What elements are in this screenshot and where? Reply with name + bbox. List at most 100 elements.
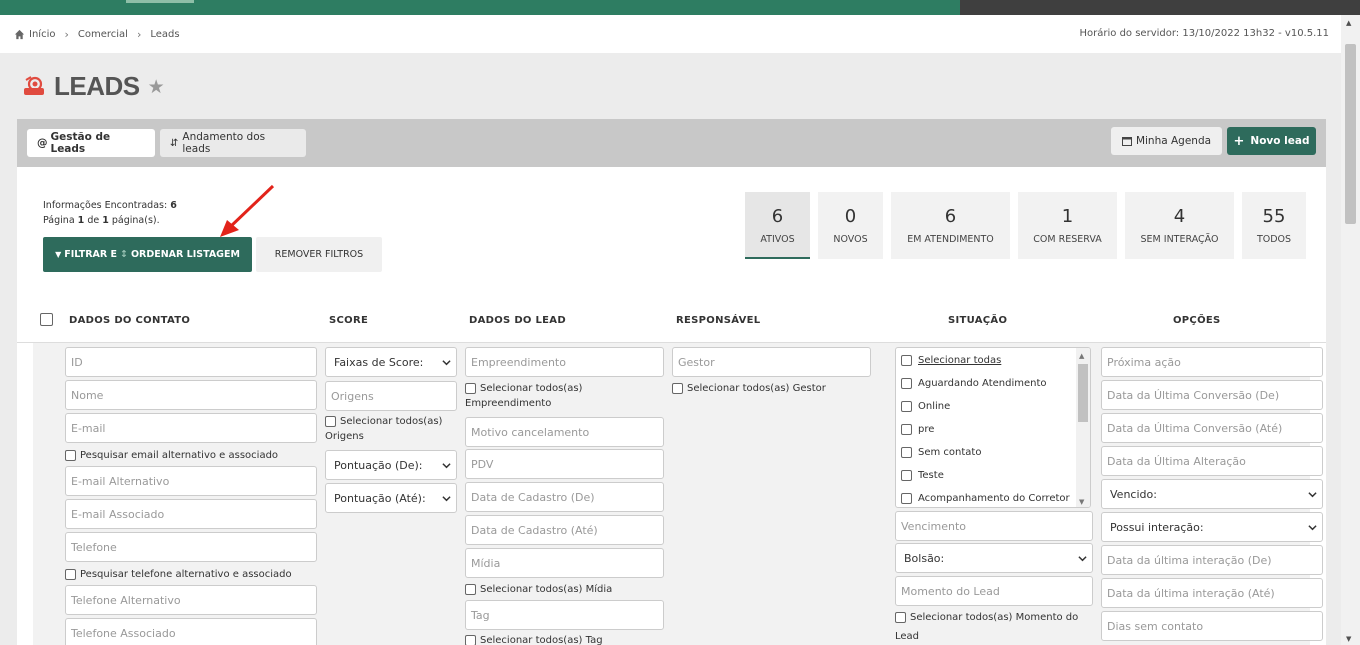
checkbox-label: Selecionar todos(as) Tag (480, 635, 603, 645)
leads-icon (24, 76, 44, 95)
score-range-select[interactable]: Faixas de Score: (325, 347, 457, 377)
score-to-select[interactable]: Pontuação (Até): (325, 483, 457, 513)
email-alt-checkbox-row[interactable]: Pesquisar email alternativo e associado (65, 449, 278, 462)
scroll-up-icon[interactable]: ▲ (1346, 19, 1351, 27)
checkbox[interactable] (65, 569, 76, 580)
next-action-input[interactable]: Próxima ação (1101, 347, 1323, 377)
checkbox[interactable] (901, 424, 912, 435)
checkbox[interactable] (901, 470, 912, 481)
checkbox[interactable] (672, 383, 683, 394)
created-to-input[interactable]: Data de Cadastro (Até) (465, 515, 664, 545)
last-conversion-to-input[interactable]: Data da Última Conversão (Até) (1101, 413, 1323, 443)
breadcrumb-bar: Início › Comercial › Leads Horário do se… (0, 15, 1341, 53)
manager-checkbox-row[interactable]: Selecionar todos(as) Gestor (672, 382, 826, 395)
status-item-select-all[interactable]: Selecionar todas (901, 355, 1001, 366)
email-alt-input[interactable]: E-mail Alternativo (65, 466, 317, 496)
origins-checkbox-row[interactable]: Selecionar todos(as) (325, 415, 442, 428)
breadcrumb-commercial[interactable]: Comercial (78, 29, 128, 40)
last-conversion-from-input[interactable]: Data da Última Conversão (De) (1101, 380, 1323, 410)
checkbox[interactable] (901, 493, 912, 504)
days-without-contact-input[interactable]: Dias sem contato (1101, 611, 1323, 641)
checkbox[interactable] (465, 383, 476, 394)
stat-novos[interactable]: 0 NOVOS (818, 192, 883, 259)
remove-filters-button[interactable]: REMOVER FILTROS (256, 237, 382, 272)
development-input[interactable]: Empreendimento (465, 347, 664, 377)
overdue-select[interactable]: Vencido: (1101, 479, 1323, 509)
table-header: DADOS DO CONTATO SCORE DADOS DO LEAD RES… (17, 303, 1326, 343)
stat-label: NOVOS (833, 234, 868, 245)
phone-alt-checkbox-row[interactable]: Pesquisar telefone alternativo e associa… (65, 568, 292, 581)
column-situacao: SITUAÇÃO (948, 315, 1008, 326)
tag-input[interactable]: Tag (465, 600, 664, 630)
my-agenda-button[interactable]: Minha Agenda (1111, 127, 1222, 155)
pdv-input[interactable]: PDV (465, 449, 664, 479)
checkbox[interactable] (325, 416, 336, 427)
status-item[interactable]: Aguardando Atendimento (901, 378, 1047, 389)
checkbox[interactable] (901, 378, 912, 389)
item-label: Acompanhamento do Corretor (918, 493, 1070, 504)
email-assoc-input[interactable]: E-mail Associado (65, 499, 317, 529)
moment-checkbox-row[interactable]: Selecionar todos(as) Momento do (895, 611, 1078, 624)
development-checkbox-row[interactable]: Selecionar todos(as) (465, 382, 582, 395)
found-label: Informações Encontradas: (43, 200, 168, 211)
origins-input[interactable]: Origens (325, 381, 457, 411)
status-list-scrollbar[interactable]: ▲ ▼ (1076, 348, 1090, 507)
filter-sort-button[interactable]: ▼ FILTRAR E ↕ ORDENAR LISTAGEM (43, 237, 252, 272)
chevron-down-icon (442, 463, 451, 469)
media-input[interactable]: Mídia (465, 548, 664, 578)
id-input[interactable]: ID (65, 347, 317, 377)
phone-alt-input[interactable]: Telefone Alternativo (65, 585, 317, 615)
stat-sem-interacao[interactable]: 4 SEM INTERAÇÃO (1125, 192, 1234, 259)
breadcrumb-home[interactable]: Início (29, 29, 55, 40)
manager-input[interactable]: Gestor (672, 347, 871, 377)
created-from-input[interactable]: Data de Cadastro (De) (465, 482, 664, 512)
pool-select[interactable]: Bolsão: (895, 543, 1093, 573)
scroll-up-icon[interactable]: ▲ (1079, 352, 1084, 360)
scroll-down-icon[interactable]: ▼ (1346, 635, 1351, 643)
status-item[interactable]: Teste (901, 470, 944, 481)
chevron-down-icon (442, 360, 451, 366)
checkbox[interactable] (465, 584, 476, 595)
tag-checkbox-row[interactable]: Selecionar todos(as) Tag (465, 634, 603, 645)
phone-assoc-input[interactable]: Telefone Associado (65, 618, 317, 645)
filter-icon: ▼ (55, 250, 62, 259)
email-input[interactable]: E-mail (65, 413, 317, 443)
name-input[interactable]: Nome (65, 380, 317, 410)
cancel-reason-input[interactable]: Motivo cancelamento (465, 417, 664, 447)
has-interaction-select[interactable]: Possui interação: (1101, 512, 1323, 542)
last-change-input[interactable]: Data da Última Alteração (1101, 446, 1323, 476)
page-scrollbar[interactable]: ▲ ▼ (1341, 15, 1360, 645)
last-interaction-to-input[interactable]: Data da última interação (Até) (1101, 578, 1323, 608)
phone-input[interactable]: Telefone (65, 532, 317, 562)
new-lead-button[interactable]: + Novo lead (1227, 127, 1316, 155)
select-all-checkbox[interactable] (40, 313, 53, 326)
stat-number: 55 (1262, 206, 1286, 227)
status-list[interactable]: Selecionar todas Aguardando Atendimento … (895, 347, 1091, 508)
status-item[interactable]: Acompanhamento do Corretor (901, 493, 1070, 504)
status-item[interactable]: Sem contato (901, 447, 981, 458)
stat-em-atendimento[interactable]: 6 EM ATENDIMENTO (891, 192, 1010, 259)
last-interaction-from-input[interactable]: Data da última interação (De) (1101, 545, 1323, 575)
stat-todos[interactable]: 55 TODOS (1242, 192, 1306, 259)
checkbox[interactable] (901, 401, 912, 412)
media-checkbox-row[interactable]: Selecionar todos(as) Mídia (465, 583, 612, 596)
lead-moment-input[interactable]: Momento do Lead (895, 576, 1093, 606)
checkbox[interactable] (901, 355, 912, 366)
score-from-select[interactable]: Pontuação (De): (325, 450, 457, 480)
status-item[interactable]: Online (901, 401, 950, 412)
stat-com-reserva[interactable]: 1 COM RESERVA (1018, 192, 1117, 259)
due-date-input[interactable]: Vencimento (895, 511, 1093, 541)
favorite-star-icon[interactable]: ★ (148, 76, 165, 98)
scroll-thumb[interactable] (1078, 364, 1088, 422)
filter-row: ID Nome E-mail Pesquisar email alternati… (33, 343, 1323, 645)
scroll-down-icon[interactable]: ▼ (1079, 498, 1084, 506)
checkbox[interactable] (465, 635, 476, 645)
checkbox[interactable] (895, 612, 906, 623)
checkbox[interactable] (901, 447, 912, 458)
stat-ativos[interactable]: 6 ATIVOS (745, 192, 810, 259)
scroll-thumb[interactable] (1345, 44, 1356, 224)
checkbox[interactable] (65, 450, 76, 461)
tab-gestao-leads[interactable]: @ Gestão de Leads (27, 129, 155, 157)
status-item[interactable]: pre (901, 424, 934, 435)
tab-andamento-leads[interactable]: ⇵ Andamento dos leads (160, 129, 306, 157)
